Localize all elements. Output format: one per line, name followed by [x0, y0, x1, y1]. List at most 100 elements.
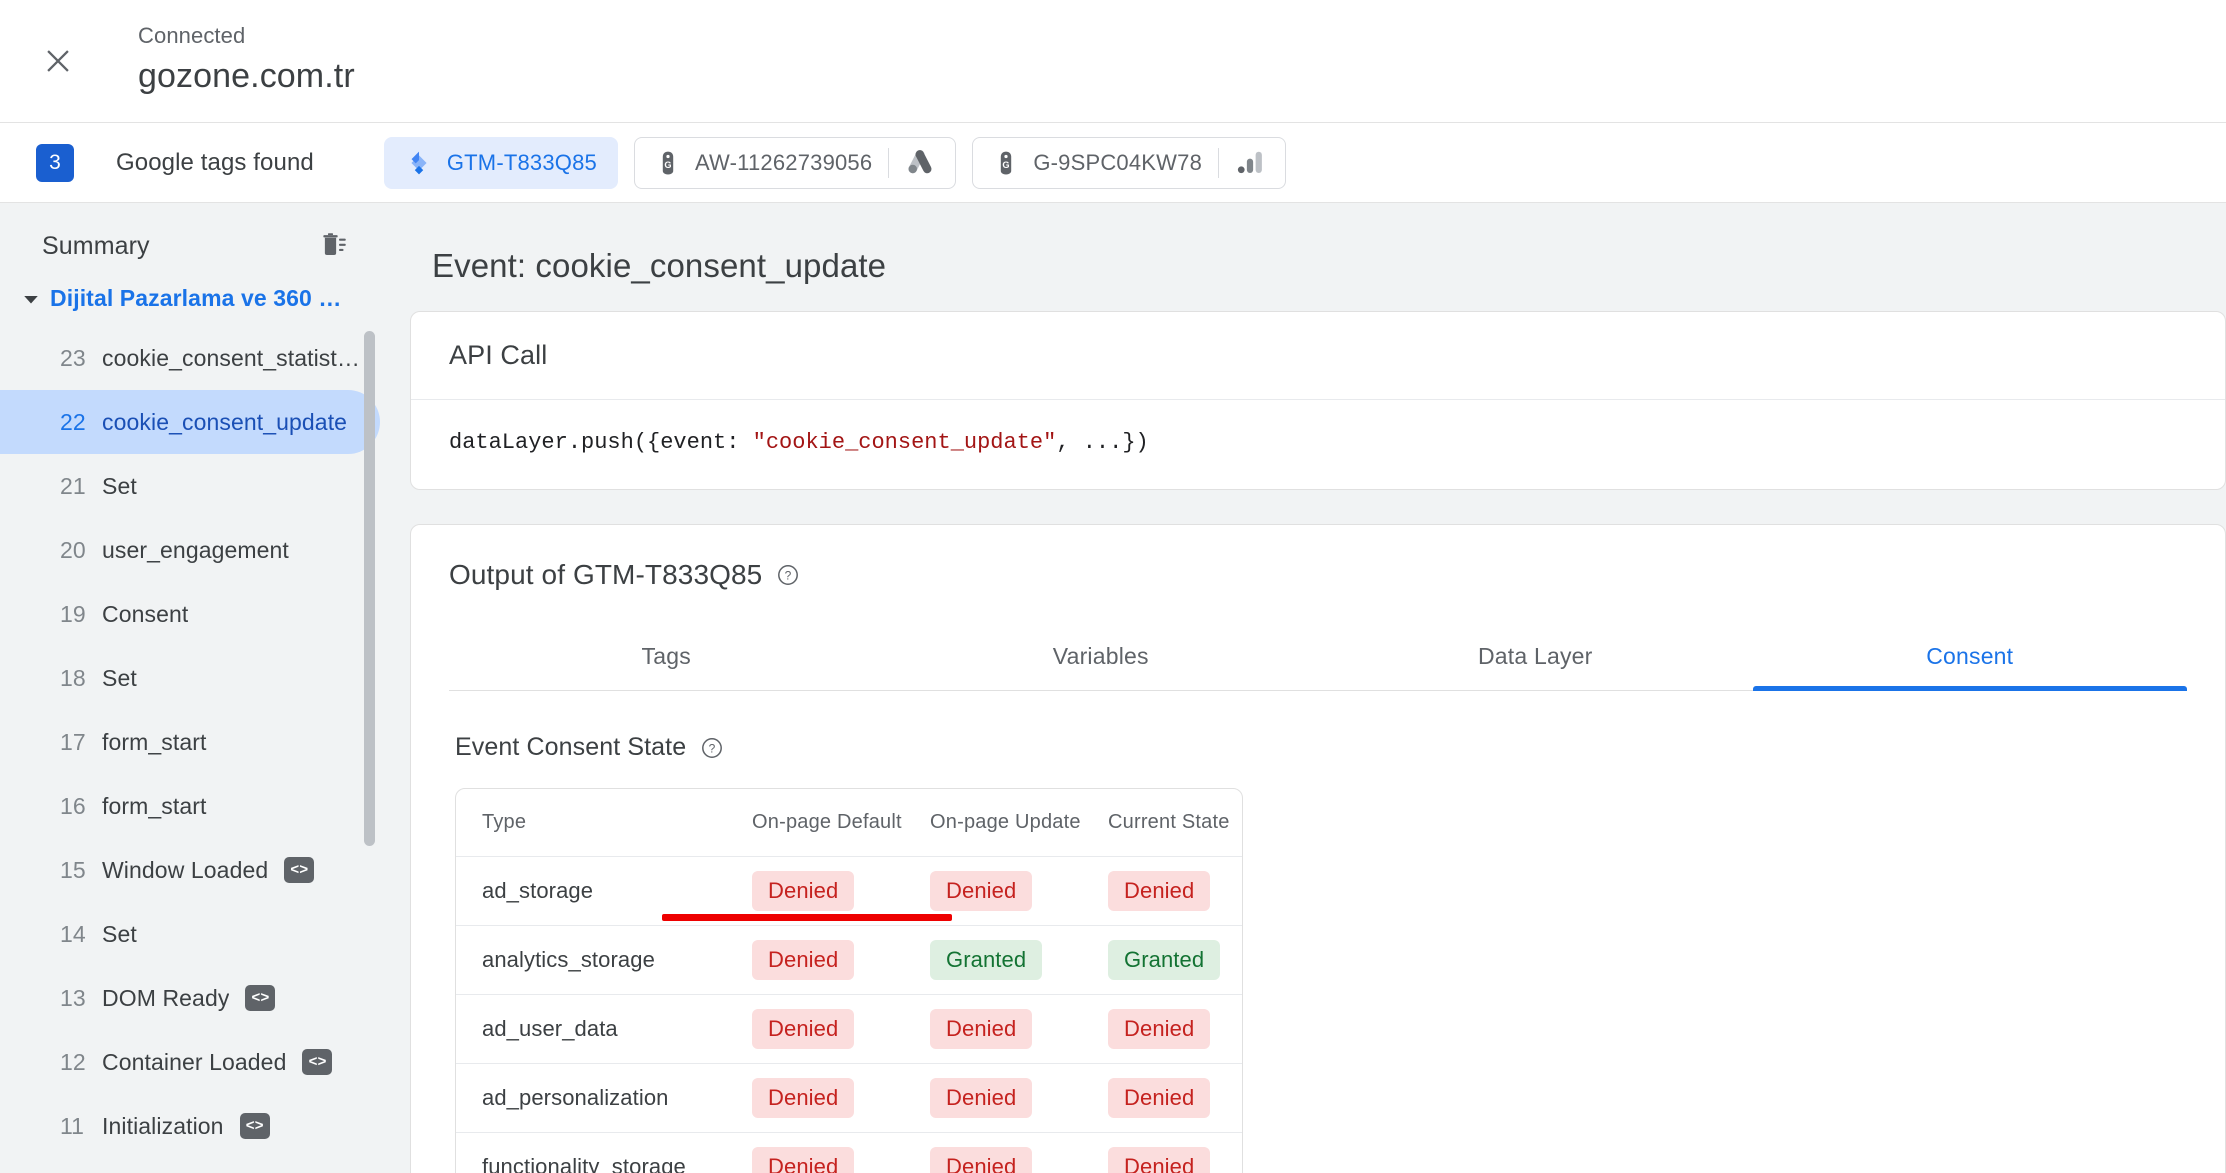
- content-area: Summary Dijital Pazarlama ve 360 … 23 co…: [0, 203, 2226, 1173]
- event-item-23[interactable]: 23 cookie_consent_statist…: [0, 326, 380, 390]
- caret-down-icon[interactable]: [18, 286, 44, 312]
- tag-chip-list: GTM-T833Q85 G AW-11262739056 G G-9SPC04K…: [383, 136, 1287, 189]
- consent-update: Denied: [930, 994, 1108, 1064]
- event-item-17[interactable]: 17 form_start: [0, 710, 380, 774]
- event-item-21[interactable]: 21 Set: [0, 454, 380, 518]
- svg-text:?: ?: [709, 741, 716, 755]
- event-name: Initialization: [102, 1112, 224, 1139]
- event-item-11[interactable]: 11 Initialization <>: [0, 1094, 380, 1158]
- consent-default: Denied: [752, 1132, 930, 1173]
- consent-section-title-row: Event Consent State ?: [455, 733, 2181, 762]
- col-default: On-page Default: [752, 789, 930, 857]
- consent-table: Type On-page Default On-page Update Curr…: [456, 789, 1242, 1173]
- consent-default: Denied: [752, 1063, 930, 1133]
- status-badge: Denied: [752, 1009, 855, 1049]
- event-name: Consent: [102, 600, 189, 627]
- status-badge: Granted: [930, 940, 1043, 980]
- event-item-22[interactable]: 22 cookie_consent_update: [0, 390, 380, 454]
- event-item-15[interactable]: 15 Window Loaded <>: [0, 838, 380, 902]
- consent-current: Denied: [1108, 1063, 1242, 1133]
- help-circle-icon[interactable]: ?: [700, 736, 724, 760]
- event-name: form_start: [102, 792, 207, 819]
- consent-default: Denied: [752, 856, 930, 926]
- event-number: 21: [60, 472, 86, 499]
- event-item-12[interactable]: 12 Container Loaded <>: [0, 1030, 380, 1094]
- consent-table-head: Type On-page Default On-page Update Curr…: [456, 789, 1242, 857]
- status-badge: Denied: [752, 1147, 855, 1173]
- consent-type: analytics_storage: [456, 925, 752, 995]
- tab-data-layer[interactable]: Data Layer: [1318, 625, 1753, 690]
- google-ads-icon: [905, 148, 935, 178]
- col-current: Current State: [1108, 789, 1242, 857]
- event-number: 13: [60, 984, 86, 1011]
- sidebar-group-row[interactable]: Dijital Pazarlama ve 360 …: [0, 275, 380, 322]
- consent-type: ad_user_data: [456, 994, 752, 1064]
- tag-chip-ga4[interactable]: G G-9SPC04KW78: [972, 136, 1287, 189]
- event-name: cookie_consent_update: [102, 408, 348, 435]
- sidebar-scrollbar[interactable]: [364, 331, 375, 846]
- tag-chip-label: GTM-T833Q85: [446, 149, 597, 175]
- chip-divider: [1218, 147, 1220, 178]
- event-item-18[interactable]: 18 Set: [0, 646, 380, 710]
- tab-variables[interactable]: Variables: [884, 625, 1319, 690]
- api-call-body: dataLayer.push({event: "cookie_consent_u…: [411, 400, 2225, 489]
- table-row: ad_personalization Denied Denied Denied: [456, 1063, 1242, 1133]
- event-item-20[interactable]: 20 user_engagement: [0, 518, 380, 582]
- delete-sweep-icon[interactable]: [318, 231, 348, 261]
- code-icon: <>: [239, 1113, 270, 1139]
- consent-type: ad_storage: [456, 856, 752, 926]
- table-row: ad_storage Denied Denied Denied: [456, 856, 1242, 926]
- main-panel: Event: cookie_consent_update API Call da…: [380, 203, 2226, 1173]
- top-bar: Connected gozone.com.tr: [0, 0, 2226, 123]
- event-number: 11: [60, 1112, 85, 1139]
- event-name: form_start: [102, 728, 207, 755]
- tag-chip-aw[interactable]: G AW-11262739056: [634, 136, 957, 189]
- event-item-13[interactable]: 13 DOM Ready <>: [0, 966, 380, 1030]
- tab-consent[interactable]: Consent: [1752, 625, 2188, 691]
- google-tags-bar: 3 Google tags found GTM-T833Q85 G AW-112…: [0, 123, 2226, 203]
- consent-current: Denied: [1108, 856, 1242, 926]
- event-number: 19: [60, 600, 86, 627]
- event-name: Container Loaded: [102, 1048, 287, 1075]
- event-number: 17: [60, 728, 86, 755]
- connection-status: Connected: [138, 23, 246, 49]
- consent-section-title: Event Consent State: [455, 733, 687, 761]
- tag-chip-gtm[interactable]: GTM-T833Q85: [383, 136, 618, 189]
- sidebar-title: Summary: [42, 231, 150, 260]
- consent-type: functionality_storage: [456, 1132, 752, 1173]
- consent-table-body: ad_storage Denied Denied Denied analytic…: [456, 856, 1242, 1173]
- tags-found-label: Google tags found: [116, 148, 314, 176]
- col-type: Type: [456, 789, 752, 857]
- api-call-title: API Call: [449, 340, 548, 370]
- connection-info: Connected gozone.com.tr: [138, 22, 355, 99]
- help-circle-icon[interactable]: ?: [776, 563, 800, 587]
- tab-tags[interactable]: Tags: [449, 625, 884, 690]
- output-title: Output of GTM-T833Q85: [449, 559, 763, 590]
- google-analytics-icon: [1235, 148, 1265, 178]
- page-title: Event: cookie_consent_update: [432, 247, 887, 284]
- status-badge: Granted: [1108, 940, 1221, 980]
- event-item-19[interactable]: 19 Consent: [0, 582, 380, 646]
- google-tag-icon: G: [655, 150, 681, 176]
- output-header: Output of GTM-T833Q85 ? Tags Variables D…: [411, 525, 2225, 691]
- consent-default: Denied: [752, 994, 930, 1064]
- table-row: functionality_storage Denied Denied Deni…: [456, 1132, 1242, 1173]
- event-name: user_engagement: [102, 536, 289, 563]
- consent-update: Granted: [930, 925, 1108, 995]
- status-badge: Denied: [752, 1078, 855, 1118]
- code-prefix: dataLayer.push({event:: [449, 430, 753, 455]
- close-icon[interactable]: [36, 39, 80, 83]
- code-icon: <>: [245, 985, 276, 1011]
- sidebar-header: Summary: [0, 203, 380, 275]
- event-number: 22: [60, 408, 86, 435]
- event-item-16[interactable]: 16 form_start: [0, 774, 380, 838]
- consent-current: Denied: [1108, 994, 1242, 1064]
- connected-domain: gozone.com.tr: [138, 56, 355, 95]
- chip-divider: [888, 147, 890, 178]
- event-number: 16: [60, 792, 86, 819]
- output-title-row: Output of GTM-T833Q85 ?: [449, 559, 2187, 591]
- consent-current: Denied: [1108, 1132, 1242, 1173]
- event-item-14[interactable]: 14 Set: [0, 902, 380, 966]
- status-badge: Denied: [1108, 1078, 1211, 1118]
- event-number: 12: [60, 1048, 86, 1075]
